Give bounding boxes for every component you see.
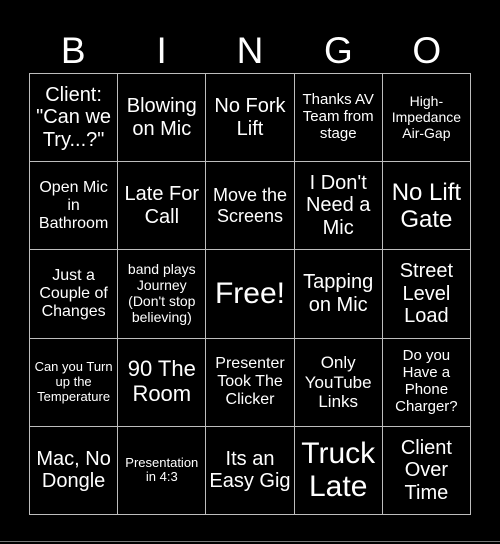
header-letter-n: N bbox=[236, 30, 264, 71]
bingo-header: B I N G O bbox=[29, 28, 471, 73]
header-letter-b: B bbox=[60, 30, 86, 71]
cell-text: band plays Journey (Don't stop believing… bbox=[127, 261, 196, 325]
cell-text: Move the Screens bbox=[212, 185, 288, 226]
cell-text: 90 The Room bbox=[127, 356, 196, 407]
cell-text: Only YouTube Links bbox=[304, 353, 372, 411]
bingo-cell[interactable]: Client Over Time bbox=[382, 426, 471, 515]
cell-text: I Don't Need a Mic bbox=[305, 171, 371, 240]
bingo-cell[interactable]: High-Impedance Air-Gap bbox=[382, 74, 471, 163]
bingo-cell[interactable]: Tapping on Mic bbox=[294, 250, 383, 339]
cell-text: Truck Late bbox=[301, 436, 376, 504]
bingo-cell[interactable]: Only YouTube Links bbox=[294, 338, 383, 427]
cell-text: Free! bbox=[214, 277, 285, 311]
bingo-cell[interactable]: Presentation in 4:3 bbox=[118, 426, 207, 515]
cell-text: Late For Call bbox=[124, 183, 200, 228]
bingo-cell[interactable]: Do you Have a Phone Charger? bbox=[382, 338, 471, 427]
bingo-cell[interactable]: 90 The Room bbox=[118, 338, 207, 427]
bingo-cell[interactable]: Move the Screens bbox=[206, 162, 295, 251]
cell-text: Presenter Took The Clicker bbox=[215, 355, 285, 409]
bingo-cell[interactable]: Street Level Load bbox=[382, 250, 471, 339]
bingo-cell[interactable]: Blowing on Mic bbox=[118, 74, 207, 163]
cell-text: Its an Easy Gig bbox=[209, 447, 291, 493]
bingo-cell[interactable]: Presenter Took The Clicker bbox=[206, 338, 295, 427]
bingo-cell[interactable]: No Fork Lift bbox=[206, 74, 295, 163]
cell-text: Open Mic in Bathroom bbox=[38, 178, 109, 232]
cell-text: Mac, No Dongle bbox=[36, 447, 111, 493]
bingo-cell[interactable]: I Don't Need a Mic bbox=[294, 162, 383, 251]
cell-text: Do you Have a Phone Charger? bbox=[395, 347, 458, 416]
bingo-cell[interactable]: Thanks AV Team from stage bbox=[294, 74, 383, 163]
cell-text: High-Impedance Air-Gap bbox=[391, 92, 462, 141]
bingo-card: Client: "Can we Try...?" Blowing on Mic … bbox=[29, 73, 471, 515]
bingo-cell[interactable]: No Lift Gate bbox=[382, 162, 471, 251]
bingo-cell[interactable]: Can you Turn up the Temperature bbox=[30, 338, 119, 427]
cell-text: Blowing on Mic bbox=[126, 95, 197, 140]
header-letter-o: O bbox=[412, 30, 442, 71]
cell-text: No Fork Lift bbox=[214, 95, 286, 140]
bingo-cell[interactable]: Client: "Can we Try...?" bbox=[30, 74, 119, 163]
cell-text: Thanks AV Team from stage bbox=[302, 91, 374, 143]
cell-text: Street Level Load bbox=[399, 260, 454, 328]
cell-text: No Lift Gate bbox=[391, 178, 462, 233]
bingo-cell[interactable]: Just a Couple of Changes bbox=[30, 250, 119, 339]
cell-text: Tapping on Mic bbox=[303, 271, 374, 316]
cell-text: Can you Turn up the Temperature bbox=[34, 359, 113, 404]
bingo-cell[interactable]: Its an Easy Gig bbox=[206, 426, 295, 515]
bingo-cell[interactable]: Open Mic in Bathroom bbox=[30, 162, 119, 251]
header-letter-g: G bbox=[323, 30, 353, 71]
bingo-cell[interactable]: band plays Journey (Don't stop believing… bbox=[118, 250, 207, 339]
cell-text: Client: "Can we Try...?" bbox=[36, 83, 112, 151]
cell-text: Presentation in 4:3 bbox=[125, 454, 199, 485]
bingo-cell[interactable]: Mac, No Dongle bbox=[30, 426, 119, 515]
free-space[interactable]: Free! bbox=[206, 250, 295, 339]
header-letter-i: I bbox=[156, 30, 167, 71]
bottom-divider bbox=[0, 541, 500, 542]
bingo-cell[interactable]: Late For Call bbox=[118, 162, 207, 251]
cell-text: Client Over Time bbox=[400, 436, 452, 504]
cell-text: Just a Couple of Changes bbox=[39, 266, 108, 321]
bingo-cell[interactable]: Truck Late bbox=[294, 426, 383, 515]
